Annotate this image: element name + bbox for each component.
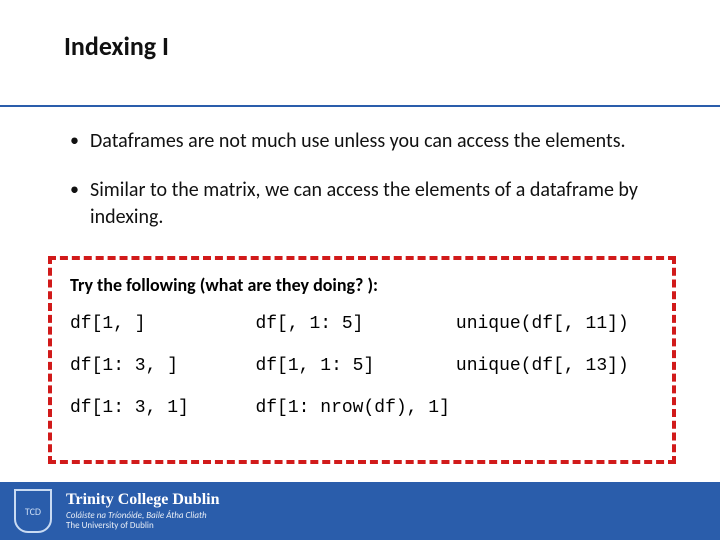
code-cell: unique(df[, 11]) [456, 306, 654, 348]
title-divider [0, 105, 720, 107]
slide-title: Indexing I [64, 30, 169, 62]
code-cell: df[1, 1: 5] [255, 348, 455, 390]
footer-institution: Trinity College Dublin [66, 491, 220, 509]
bullet-item: Similar to the matrix, we can access the… [64, 177, 664, 231]
code-table: df[1, ] df[, 1: 5] unique(df[, 11]) df[1… [70, 306, 654, 432]
bullet-item: Dataframes are not much use unless you c… [64, 128, 664, 155]
code-cell: unique(df[, 13]) [456, 348, 654, 390]
bullet-list: Dataframes are not much use unless you c… [64, 128, 664, 231]
body-area: Dataframes are not much use unless you c… [64, 128, 664, 253]
code-cell: df[1, ] [70, 306, 255, 348]
footer-bar: TCD Trinity College Dublin Coláiste na T… [0, 482, 720, 540]
crest-icon: TCD [14, 489, 52, 533]
footer-text: Trinity College Dublin Coláiste na Tríon… [66, 491, 220, 530]
code-cell: df[, 1: 5] [255, 306, 455, 348]
code-cell: df[1: nrow(df), 1] [255, 390, 455, 432]
try-box: Try the following (what are they doing? … [48, 256, 676, 464]
code-cell [456, 390, 654, 432]
try-title: Try the following (what are they doing? … [70, 274, 654, 296]
footer-sub: The University of Dublin [66, 521, 220, 531]
code-cell: df[1: 3, 1] [70, 390, 255, 432]
slide: Indexing I Dataframes are not much use u… [0, 0, 720, 540]
table-row: df[1, ] df[, 1: 5] unique(df[, 11]) [70, 306, 654, 348]
code-cell: df[1: 3, ] [70, 348, 255, 390]
table-row: df[1: 3, ] df[1, 1: 5] unique(df[, 13]) [70, 348, 654, 390]
table-row: df[1: 3, 1] df[1: nrow(df), 1] [70, 390, 654, 432]
